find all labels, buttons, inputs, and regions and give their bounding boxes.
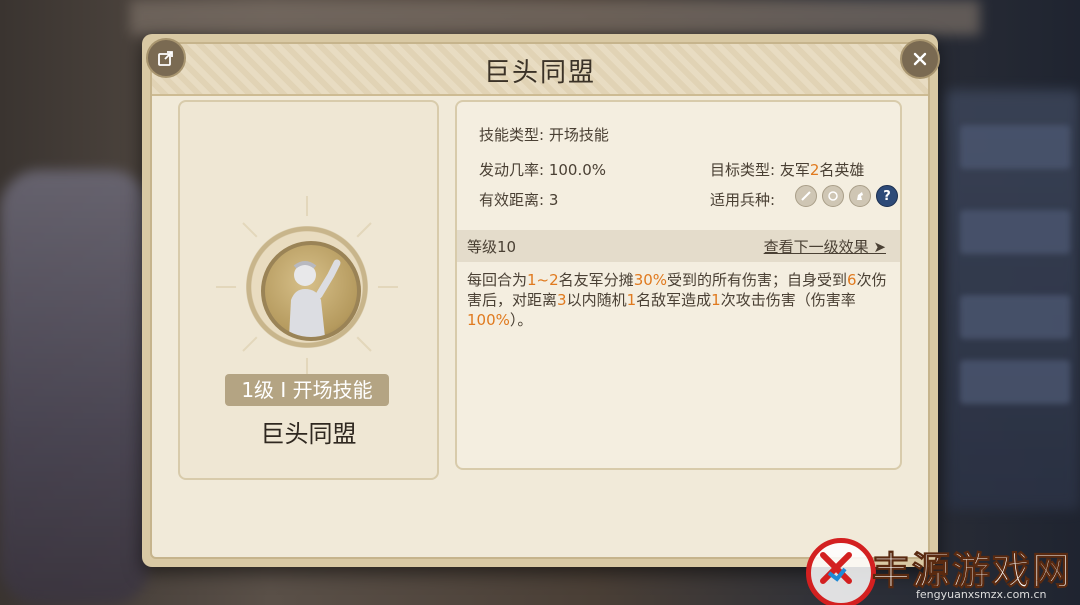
skill-card: 1级 I 开场技能 巨头同盟 (178, 100, 439, 480)
desc-text: 以内随机 (566, 291, 627, 309)
background-row-blur (960, 360, 1070, 404)
shield-icon[interactable] (822, 185, 844, 207)
desc-highlight: 3 (557, 291, 567, 309)
background-top-blur (130, 0, 980, 35)
dialog-titlebar: 巨头同盟 (152, 44, 928, 96)
watermark-logo-icon (806, 538, 876, 605)
effective-range: 有效距离: 3 (479, 191, 559, 209)
desc-text: 名友军分摊 (558, 271, 634, 289)
watermark-brand: 丰源游戏网 (871, 549, 1073, 594)
sword-icon[interactable] (795, 185, 817, 207)
applicable-units-label: 适用兵种: (710, 191, 776, 209)
target-type-count: 2 (809, 161, 820, 179)
desc-highlight: 1~2 (527, 271, 559, 289)
skill-name: 巨头同盟 (260, 420, 357, 448)
skill-info-panel: 技能类型: 开场技能 发动几率: 100.0% 目标类型: 友军2名英雄 有效距… (455, 100, 902, 470)
target-type-prefix: 友军 (779, 161, 810, 179)
desc-text: 受到的所有伤害；自身受到 (667, 271, 848, 289)
share-button[interactable] (146, 38, 186, 78)
background-row-blur (960, 210, 1070, 254)
watermark-url: fengyuanxsmzx.com.cn (916, 588, 1047, 601)
background-row-blur (960, 295, 1070, 339)
next-level-link[interactable]: 查看下一级效果 ➤ (764, 236, 886, 257)
trigger-rate: 发动几率: 100.0% (479, 161, 607, 179)
skill-dialog: 巨头同盟 1级 I 开场技能 巨头同盟 技能类型: 开场技能 发动几率: 100… (142, 34, 940, 567)
desc-highlight: 6 (847, 271, 857, 289)
desc-text: 名敌军造成 (636, 291, 712, 309)
dialog-body: 巨头同盟 1级 I 开场技能 巨头同盟 技能类型: 开场技能 发动几率: 100… (150, 42, 930, 559)
horse-icon[interactable] (849, 185, 871, 207)
desc-text: 次攻击伤害（伤害率 (720, 291, 856, 309)
desc-text: 每回合为 (467, 271, 528, 289)
site-watermark: 丰源游戏网 fengyuanxsmzx.com.cn (806, 538, 1080, 605)
desc-highlight: 1 (626, 291, 637, 309)
level-label: 等级10 (467, 238, 517, 256)
skill-portrait-icon (261, 241, 361, 341)
skill-description: 每回合为1~2名友军分摊30%受到的所有伤害；自身受到6次伤害后，对距离3以内随… (467, 270, 892, 330)
background-character-blur (0, 170, 150, 605)
desc-highlight: 100% (467, 311, 510, 329)
target-type-suffix: 名英雄 (819, 161, 865, 179)
question-icon[interactable]: ? (876, 185, 898, 207)
share-icon (158, 51, 173, 66)
desc-highlight: 30% (633, 271, 668, 289)
level-bar: 等级10 查看下一级效果 ➤ (457, 230, 900, 262)
skill-level-tag: 1级 I 开场技能 (225, 374, 389, 406)
close-button[interactable] (900, 39, 940, 79)
desc-highlight: 1 (711, 291, 721, 309)
unit-icon-list: ? (795, 185, 898, 207)
skill-type: 技能类型: 开场技能 (479, 126, 609, 144)
background-row-blur (960, 125, 1070, 169)
target-type: 目标类型: 友军2名英雄 (710, 159, 864, 180)
desc-text: ）。 (509, 311, 533, 329)
target-type-label: 目标类型: (710, 161, 780, 179)
close-icon (913, 52, 927, 66)
dialog-title: 巨头同盟 (483, 58, 596, 88)
